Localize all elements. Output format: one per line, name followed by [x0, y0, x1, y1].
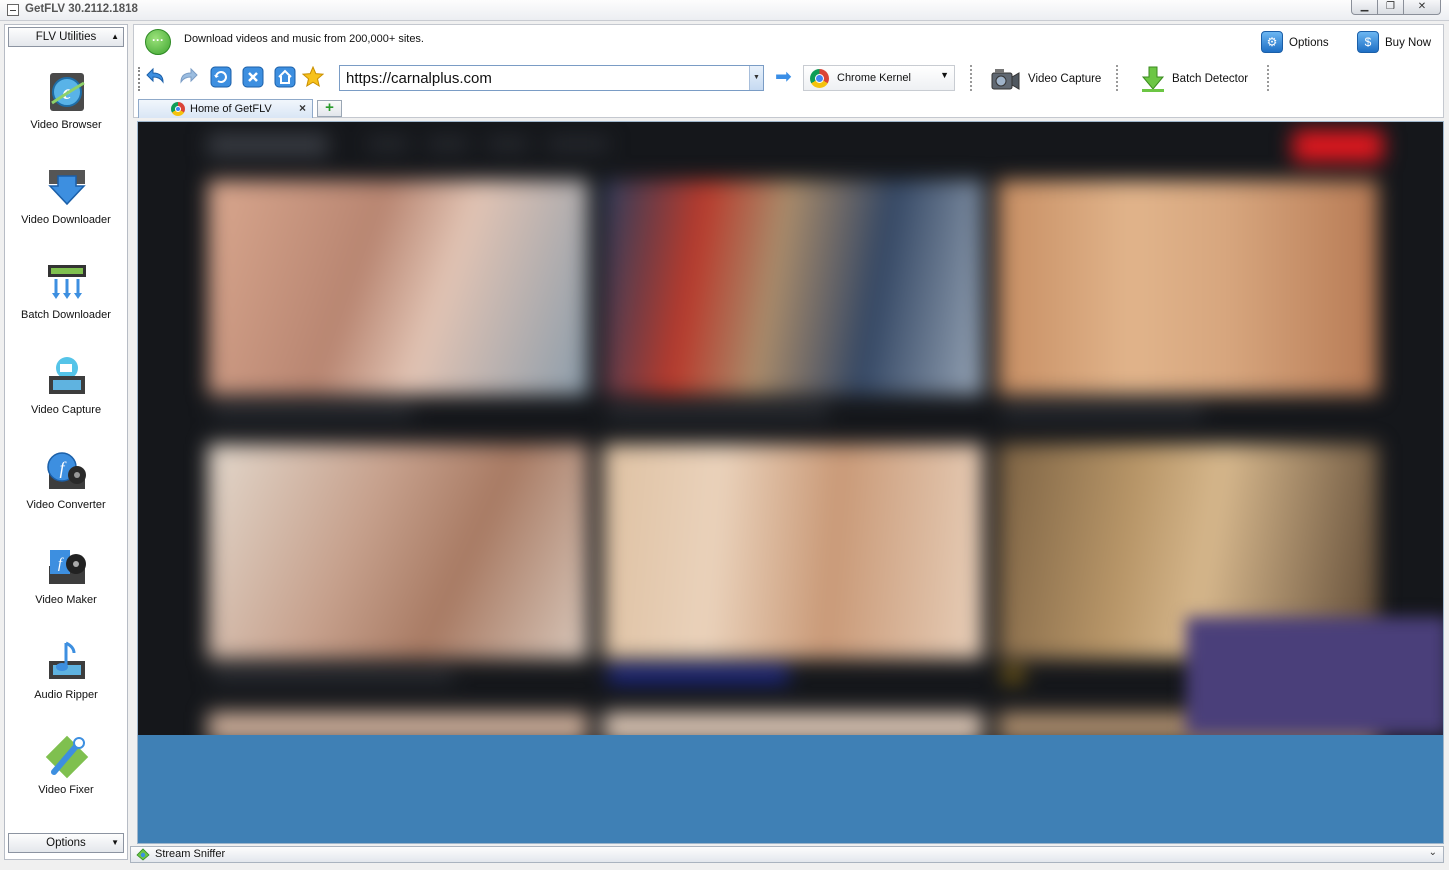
toolbar-separator — [1267, 65, 1269, 91]
reel-film-icon: f — [49, 550, 86, 584]
utilities-header-label: FLV Utilities — [35, 31, 97, 43]
tool-label: Video Maker — [35, 594, 97, 606]
options-label: Options — [1289, 37, 1329, 49]
site-popup-overlay[interactable] — [1186, 617, 1443, 735]
address-bar[interactable]: ▼ — [339, 65, 764, 91]
tool-label: Audio Ripper — [34, 689, 98, 701]
tool-video-converter[interactable]: f Video Converter — [5, 449, 127, 537]
web-page-content[interactable] — [138, 122, 1443, 735]
url-input[interactable] — [340, 66, 749, 90]
browser-viewport[interactable] — [137, 121, 1444, 844]
batch-detector-button[interactable]: Batch Detector — [1140, 65, 1250, 93]
close-tab-icon[interactable]: × — [299, 101, 306, 115]
stream-sniffer-label[interactable]: Stream Sniffer — [155, 848, 225, 860]
title-bar: GetFLV 30.2112.1818 ▁ ❐ ✕ — [0, 0, 1449, 21]
kernel-select[interactable]: Chrome Kernel ▼ — [803, 65, 955, 91]
options-button[interactable]: ⚙ Options — [1261, 31, 1341, 55]
green-download-icon — [1141, 66, 1165, 92]
tool-label: Video Fixer — [38, 784, 94, 796]
tool-video-browser[interactable]: e Video Browser — [5, 69, 127, 157]
chrome-icon — [171, 102, 185, 116]
stream-sniffer-icon — [136, 848, 150, 861]
buy-now-label: Buy Now — [1385, 37, 1432, 49]
toolbar-separator — [1116, 65, 1118, 91]
gear-icon: ⚙ — [1261, 31, 1283, 53]
dropdown-arrow-icon: ▼ — [940, 70, 949, 80]
utilities-panel: FLV Utilities ▲ e Video Browser Video Do… — [4, 24, 128, 860]
stop-icon[interactable] — [242, 66, 264, 88]
toolbar: Download videos and music from 200,000+ … — [133, 24, 1444, 118]
options-dropdown[interactable]: Options ▼ — [8, 833, 124, 853]
favorites-star-icon[interactable] — [302, 66, 324, 88]
film-arrows-icon — [48, 265, 86, 299]
promo-message: Download videos and music from 200,000+ … — [184, 33, 424, 45]
globe-film-icon: e — [50, 73, 85, 111]
buy-now-button[interactable]: $ Buy Now — [1357, 31, 1441, 55]
toolbar-grip[interactable] — [138, 67, 140, 91]
url-history-dropdown[interactable]: ▼ — [749, 66, 763, 90]
tool-label: Video Downloader — [21, 214, 111, 226]
camera-film-icon — [49, 357, 85, 394]
dropdown-arrow-icon: ▼ — [111, 838, 119, 847]
expand-chevron-icon[interactable]: ⌄ — [1429, 847, 1437, 858]
tool-video-capture[interactable]: Video Capture — [5, 354, 127, 442]
collapse-arrow-icon: ▲ — [111, 32, 119, 41]
close-button[interactable]: ✕ — [1403, 0, 1441, 15]
camcorder-icon — [991, 69, 1020, 90]
download-arrow-icon — [48, 170, 86, 206]
refresh-icon[interactable] — [210, 66, 232, 88]
toolbar-separator — [970, 65, 972, 91]
message-icon[interactable] — [145, 29, 171, 55]
tool-batch-downloader[interactable]: Batch Downloader — [5, 259, 127, 347]
new-tab-button[interactable] — [317, 99, 342, 117]
tool-video-downloader[interactable]: Video Downloader — [5, 164, 127, 252]
back-icon[interactable] — [145, 66, 167, 88]
tab-label: Home of GetFLV — [190, 103, 272, 115]
tool-label: Video Capture — [30, 404, 102, 416]
chrome-icon — [810, 69, 829, 88]
convert-film-icon: f — [47, 452, 86, 489]
note-film-icon — [49, 641, 85, 679]
tool-audio-ripper[interactable]: Audio Ripper — [5, 639, 127, 727]
kernel-label: Chrome Kernel — [837, 72, 911, 84]
cart-icon: $ — [1357, 31, 1379, 53]
tool-video-fixer[interactable]: Video Fixer — [5, 734, 127, 822]
wrench-film-icon — [45, 735, 89, 779]
window-title: GetFLV 30.2112.1818 — [25, 3, 138, 15]
tool-label: Video Converter — [26, 499, 106, 511]
video-capture-button[interactable]: Video Capture — [990, 65, 1102, 93]
go-arrow-icon[interactable]: ➡ — [775, 67, 797, 87]
maximize-button[interactable]: ❐ — [1377, 0, 1404, 15]
forward-icon[interactable] — [177, 66, 199, 88]
utilities-header[interactable]: FLV Utilities ▲ — [8, 27, 124, 47]
batch-detector-label: Batch Detector — [1172, 73, 1249, 85]
options-dropdown-label: Options — [46, 837, 86, 849]
system-menu-icon[interactable] — [7, 4, 19, 16]
status-bar: Stream Sniffer ⌄ — [130, 846, 1444, 863]
tool-label: Batch Downloader — [21, 309, 111, 321]
site-red-button — [1293, 130, 1383, 162]
tool-label: Video Browser — [30, 119, 102, 131]
tab-home[interactable]: Home of GetFLV × — [138, 99, 313, 118]
home-icon[interactable] — [274, 66, 296, 88]
video-capture-label: Video Capture — [1028, 73, 1102, 85]
tool-video-maker[interactable]: f Video Maker — [5, 544, 127, 632]
minimize-button[interactable]: ▁ — [1351, 0, 1378, 15]
